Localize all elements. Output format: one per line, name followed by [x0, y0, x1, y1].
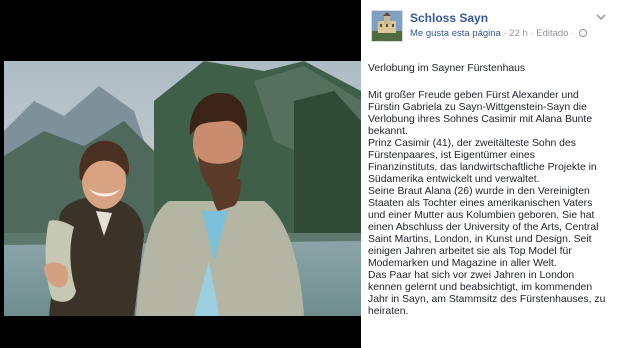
- post-timestamp[interactable]: 22 h: [509, 28, 528, 39]
- post-line: Südamerika entwickelt und verwaltet.: [368, 174, 540, 185]
- post-line: heiraten.: [368, 306, 409, 317]
- like-page-link[interactable]: Me gusta esta página: [410, 28, 501, 39]
- post-line: Modemarken und Magazine in aller Welt.: [368, 258, 557, 269]
- post-line: Verlobung ihres Sohnes Casimir mit Alana…: [368, 114, 593, 125]
- post-line: Mit großer Freude geben Fürst Alexander …: [368, 90, 579, 101]
- post-line: einen Abschluss der University of the Ar…: [368, 222, 599, 233]
- post-title: Verlobung im Sayner Fürstenhaus: [368, 63, 526, 74]
- post-panel: Schloss Sayn Me gusta esta página · 22 h…: [361, 0, 620, 348]
- post-line: Finanzinstituts, das landwirtschaftliche…: [368, 162, 597, 173]
- post-line: kennen gelernt und beabsichtigt, im komm…: [368, 282, 593, 293]
- page-avatar[interactable]: [371, 10, 403, 42]
- post-header: Schloss Sayn Me gusta esta página · 22 h…: [361, 0, 620, 50]
- post-line: Fürstenpaares, ist Eigentümer eines: [368, 150, 535, 161]
- post-line: Prinz Casimir (41), der zweitälteste Soh…: [368, 138, 576, 149]
- post-line: Seine Braut Alana (26) wurde in den Vere…: [368, 186, 590, 197]
- post-line: und einer Mutter aus Kolumbien geboren. …: [368, 210, 595, 221]
- post-text: Verlobung im Sayner Fürstenhaus Mit groß…: [368, 63, 616, 318]
- post-line: Jahr in Sayn, am Stammsitz des Fürstenha…: [368, 294, 606, 305]
- post-meta: Me gusta esta página · 22 h · Editado ·: [410, 28, 587, 39]
- post-line: bekannt.: [368, 126, 408, 137]
- chevron-down-icon[interactable]: [596, 13, 606, 21]
- photo-viewer: [0, 0, 361, 348]
- globe-icon: [578, 29, 587, 37]
- post-line: einigen Jahren arbeitet sie als Top Mode…: [368, 246, 572, 257]
- post-line: Das Paar hat sich vor zwei Jahren in Lon…: [368, 270, 575, 281]
- meta-separator: ·: [503, 28, 507, 39]
- post-photo[interactable]: [4, 61, 361, 316]
- page-name-link[interactable]: Schloss Sayn: [410, 11, 488, 25]
- meta-separator: ·: [530, 28, 534, 39]
- meta-separator: ·: [571, 28, 575, 39]
- post-line: Saint Martins, London, in Kunst und Desi…: [368, 234, 592, 245]
- post-line: Staaten als Tochter eines amerikanischen…: [368, 198, 593, 209]
- edited-label[interactable]: Editado: [536, 28, 568, 39]
- post-line: Fürstin Gabriela zu Sayn-Wittgenstein-Sa…: [368, 102, 587, 113]
